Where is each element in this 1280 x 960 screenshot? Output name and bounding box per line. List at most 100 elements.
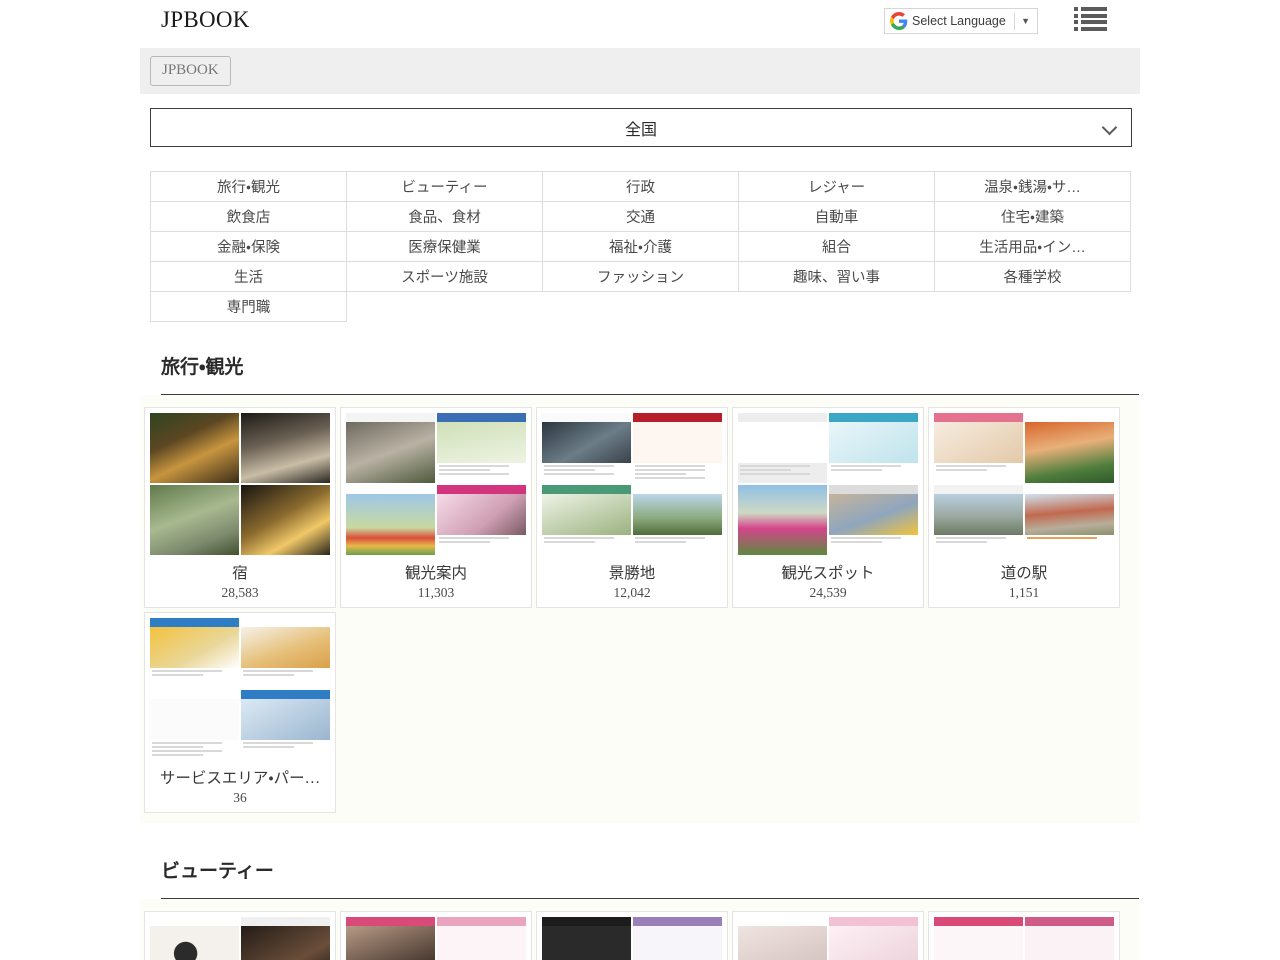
category-cell-automobile[interactable]: 自動車 — [739, 202, 935, 232]
region-select[interactable]: 全国 — [150, 108, 1132, 147]
translate-separator — [1014, 13, 1015, 30]
category-cell-empty — [739, 292, 935, 322]
category-card[interactable]: 観光案内 11,303 — [340, 407, 532, 608]
card-label: 観光スポット — [738, 555, 918, 583]
menu-row — [1074, 20, 1107, 24]
table-row: 旅行・観光 ビューティー 行政 レジャー 温泉・銭湯・サ… — [151, 172, 1131, 202]
category-card[interactable] — [340, 911, 532, 960]
thumbnail-tile — [829, 485, 918, 555]
category-card[interactable] — [732, 911, 924, 960]
thumbnail-tile — [150, 413, 239, 483]
category-cell-professional[interactable]: 専門職 — [151, 292, 347, 322]
page-root: JPBOOK Select Language ▼ JPBOOK — [0, 0, 1280, 960]
section-beauty: ビューティー — [0, 856, 1280, 960]
thumbnail-tile — [241, 917, 330, 960]
table-row: 専門職 — [151, 292, 1131, 322]
category-card[interactable]: 景勝地 12,042 — [536, 407, 728, 608]
thumbnail-tile — [346, 485, 435, 555]
category-cell-onsen[interactable]: 温泉・銭湯・サ… — [935, 172, 1131, 202]
category-cell-transport[interactable]: 交通 — [543, 202, 739, 232]
thumbnail-collage — [934, 413, 1114, 555]
card-count: 1,151 — [934, 583, 1114, 607]
site-header: JPBOOK Select Language ▼ — [0, 0, 1280, 46]
thumbnail-collage — [738, 413, 918, 555]
google-translate-widget[interactable]: Select Language ▼ — [884, 8, 1038, 34]
region-select-value: 全国 — [625, 116, 657, 140]
category-cell-welfare[interactable]: 福祉・介護 — [543, 232, 739, 262]
category-cell-food[interactable]: 食品、食材 — [347, 202, 543, 232]
section-title: 旅行・観光 — [161, 352, 1139, 395]
thumbnail-tile — [738, 917, 827, 960]
category-card[interactable] — [144, 911, 336, 960]
card-count: 36 — [150, 788, 330, 812]
category-card[interactable]: 宿 28,583 — [144, 407, 336, 608]
category-card[interactable]: 観光スポット 24,539 — [732, 407, 924, 608]
category-cell-hobby[interactable]: 趣味、習い事 — [739, 262, 935, 292]
thumbnail-collage — [542, 413, 722, 555]
thumbnail-collage — [542, 917, 722, 960]
table-row: 飲食店 食品、食材 交通 自動車 住宅・建築 — [151, 202, 1131, 232]
thumbnail-tile — [934, 917, 1023, 960]
category-cell-schools[interactable]: 各種学校 — [935, 262, 1131, 292]
menu-row — [1074, 7, 1107, 11]
breadcrumb-item-jpbook[interactable]: JPBOOK — [150, 56, 231, 86]
thumbnail-tile — [150, 690, 239, 760]
category-card[interactable] — [928, 911, 1120, 960]
category-cell-daily-goods[interactable]: 生活用品・イン… — [935, 232, 1131, 262]
category-cell-finance[interactable]: 金融・保険 — [151, 232, 347, 262]
category-cell-life[interactable]: 生活 — [151, 262, 347, 292]
category-cell-sports[interactable]: スポーツ施設 — [347, 262, 543, 292]
menu-row — [1074, 27, 1107, 31]
category-cell-empty — [347, 292, 543, 322]
thumbnail-tile — [437, 413, 526, 483]
category-cell-leisure[interactable]: レジャー — [739, 172, 935, 202]
category-cell-union[interactable]: 組合 — [739, 232, 935, 262]
thumbnail-tile — [346, 917, 435, 960]
thumbnail-tile — [542, 413, 631, 483]
card-grid-travel: 宿 28,583 観光案内 11,303 — [140, 395, 1140, 823]
thumbnail-collage — [150, 917, 330, 960]
thumbnail-collage — [346, 917, 526, 960]
category-cell-empty — [935, 292, 1131, 322]
thumbnail-tile — [738, 485, 827, 555]
thumbnail-tile — [150, 618, 239, 688]
list-menu-icon[interactable] — [1074, 5, 1107, 33]
category-cell-fashion[interactable]: ファッション — [543, 262, 739, 292]
thumbnail-tile — [241, 618, 330, 688]
card-count: 24,539 — [738, 583, 918, 607]
category-cell-housing[interactable]: 住宅・建築 — [935, 202, 1131, 232]
table-row: 生活 スポーツ施設 ファッション 趣味、習い事 各種学校 — [151, 262, 1131, 292]
thumbnail-tile — [542, 485, 631, 555]
thumbnail-tile — [934, 485, 1023, 555]
card-label: 観光案内 — [346, 555, 526, 583]
site-logo[interactable]: JPBOOK — [161, 7, 250, 33]
table-row: 金融・保険 医療保健業 福祉・介護 組合 生活用品・イン… — [151, 232, 1131, 262]
card-label: 宿 — [150, 555, 330, 583]
thumbnail-collage — [738, 917, 918, 960]
thumbnail-tile — [241, 413, 330, 483]
category-card[interactable]: 道の駅 1,151 — [928, 407, 1120, 608]
category-cell-empty — [543, 292, 739, 322]
thumbnail-tile — [1025, 485, 1114, 555]
thumbnail-collage — [150, 618, 330, 760]
section-travel: 旅行・観光 宿 28,583 観光案内 — [0, 352, 1280, 823]
category-card[interactable]: サービスエリア・パー… 36 — [144, 612, 336, 813]
category-card[interactable] — [536, 911, 728, 960]
card-count: 28,583 — [150, 583, 330, 607]
chevron-down-icon[interactable]: ▼ — [1021, 17, 1030, 26]
category-cell-restaurant[interactable]: 飲食店 — [151, 202, 347, 232]
thumbnail-tile — [346, 413, 435, 483]
thumbnail-tile — [241, 690, 330, 760]
category-cell-beauty[interactable]: ビューティー — [347, 172, 543, 202]
thumbnail-tile — [934, 413, 1023, 483]
translate-label: Select Language — [912, 14, 1012, 28]
card-count: 12,042 — [542, 583, 722, 607]
thumbnail-tile — [829, 413, 918, 483]
thumbnail-tile — [1025, 917, 1114, 960]
google-logo-icon — [890, 12, 908, 30]
category-cell-travel[interactable]: 旅行・観光 — [151, 172, 347, 202]
thumbnail-tile — [738, 413, 827, 483]
category-cell-government[interactable]: 行政 — [543, 172, 739, 202]
thumbnail-tile — [241, 485, 330, 555]
category-cell-medical[interactable]: 医療保健業 — [347, 232, 543, 262]
